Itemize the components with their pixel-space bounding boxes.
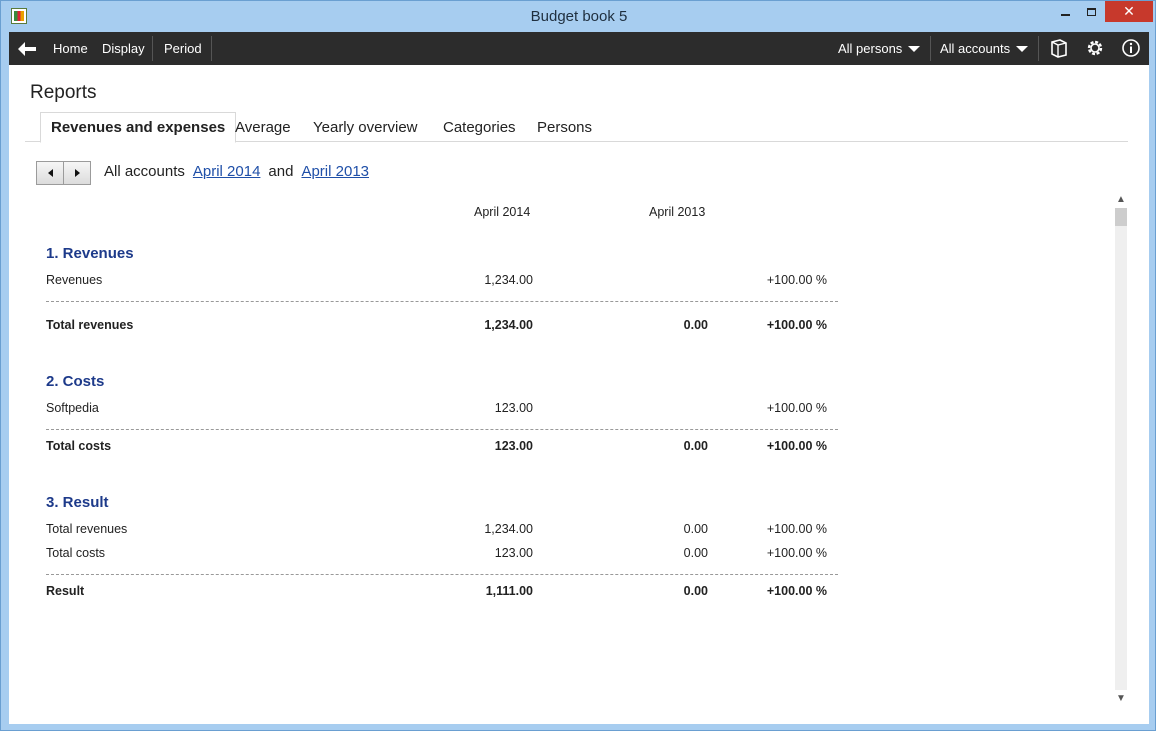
page-title: Reports <box>30 82 97 103</box>
row-value-change: +100.00 % <box>766 522 827 536</box>
accounts-dropdown[interactable]: All accounts <box>940 32 1029 65</box>
chevron-down-icon: ▼ <box>1116 692 1126 704</box>
vertical-scrollbar[interactable]: ▲ ▼ <box>1113 192 1129 705</box>
row-label: Result <box>46 584 85 598</box>
filter-joiner: and <box>268 163 294 180</box>
info-icon <box>1122 39 1140 57</box>
maximize-button[interactable] <box>1077 1 1105 22</box>
row-value-change: +100.00 % <box>766 584 827 598</box>
row-value-change: +100.00 % <box>766 546 827 560</box>
settings-button[interactable] <box>1084 37 1106 59</box>
persons-dropdown-label: All persons <box>838 41 903 56</box>
close-button[interactable]: ✕ <box>1105 1 1153 22</box>
filter-prefix: All accounts <box>104 163 185 180</box>
tab-average[interactable]: Average <box>235 112 291 142</box>
window-title: Budget book 5 <box>530 8 628 25</box>
report-panel: Reports Revenues and expenses Average Ye… <box>9 65 1149 724</box>
row-value-change: +100.00 % <box>766 439 827 453</box>
column-header-period1: April 2014 <box>474 205 531 219</box>
home-menu[interactable]: Home <box>53 32 88 65</box>
toolbar-separator <box>1038 36 1039 61</box>
row-value-period1: 123.00 <box>494 546 533 560</box>
divider <box>46 574 838 575</box>
scroll-up-button[interactable]: ▲ <box>1113 192 1129 206</box>
table-row-total: Total revenues 1,234.00 0.00 +100.00 % <box>46 318 836 336</box>
period1-link[interactable]: April 2014 <box>193 163 261 180</box>
table-row-total: Total costs 123.00 0.00 +100.00 % <box>46 439 836 457</box>
table-row: Revenues 1,234.00 +100.00 % <box>46 273 836 291</box>
row-value-period2: 0.00 <box>683 439 708 453</box>
gear-icon <box>1087 40 1103 56</box>
tab-persons[interactable]: Persons <box>537 112 592 142</box>
table-row: Softpedia 123.00 +100.00 % <box>46 401 836 419</box>
row-value-period1: 1,234.00 <box>484 522 533 536</box>
scroll-down-button[interactable]: ▼ <box>1113 691 1129 705</box>
period2-link[interactable]: April 2013 <box>301 163 369 180</box>
column-header-period2: April 2013 <box>649 205 706 219</box>
row-value-period1: 123.00 <box>494 401 533 415</box>
scrollbar-thumb[interactable] <box>1115 208 1127 226</box>
row-value-period1: 1,234.00 <box>484 318 533 332</box>
row-label: Total revenues <box>46 522 128 536</box>
table-row: Total revenues 1,234.00 0.00 +100.00 % <box>46 522 836 540</box>
previous-period-button[interactable] <box>37 162 63 184</box>
toolbar-separator <box>930 36 931 61</box>
next-period-button[interactable] <box>63 162 90 184</box>
tab-revenues-and-expenses[interactable]: Revenues and expenses <box>40 112 237 143</box>
row-value-period2: 0.00 <box>683 584 708 598</box>
row-label: Softpedia <box>46 401 99 415</box>
book-icon <box>1051 39 1067 58</box>
divider <box>46 429 838 430</box>
persons-dropdown[interactable]: All persons <box>838 32 921 65</box>
row-value-change: +100.00 % <box>766 273 827 287</box>
row-label: Revenues <box>46 273 103 287</box>
info-button[interactable] <box>1120 37 1142 59</box>
row-value-change: +100.00 % <box>766 318 827 332</box>
chevron-down-icon <box>1016 45 1029 52</box>
period-menu[interactable]: Period <box>164 32 202 65</box>
row-value-period2: 0.00 <box>683 522 708 536</box>
row-value-change: +100.00 % <box>766 401 827 415</box>
row-value-period1: 1,234.00 <box>484 273 533 287</box>
section-title-costs: 2. Costs <box>46 373 105 390</box>
minimize-button[interactable] <box>1051 1 1079 22</box>
row-label: Total revenues <box>46 318 134 332</box>
chevron-up-icon: ▲ <box>1116 193 1126 205</box>
toolbar-separator <box>152 36 153 61</box>
period-navigation <box>36 161 91 185</box>
back-arrow-icon <box>18 41 36 56</box>
accounts-dropdown-label: All accounts <box>940 41 1011 56</box>
row-label: Total costs <box>46 546 106 560</box>
app-window: Budget book 5 ✕ Home Display Period All … <box>0 0 1156 731</box>
table-row-total: Result 1,111.00 0.00 +100.00 % <box>46 584 836 602</box>
tab-categories[interactable]: Categories <box>443 112 516 142</box>
row-value-period2: 0.00 <box>683 546 708 560</box>
close-icon: ✕ <box>1123 3 1135 19</box>
toolbar-separator <box>211 36 212 61</box>
row-value-period1: 123.00 <box>494 439 533 453</box>
row-label: Total costs <box>46 439 112 453</box>
arrow-left-icon <box>47 169 53 177</box>
arrow-right-icon <box>74 169 80 177</box>
section-title-revenues: 1. Revenues <box>46 245 134 262</box>
title-bar: Budget book 5 ✕ <box>1 1 1155 32</box>
tab-yearly-overview[interactable]: Yearly overview <box>313 112 418 142</box>
scrollbar-track[interactable] <box>1115 208 1127 690</box>
display-menu[interactable]: Display <box>102 32 145 65</box>
book-button[interactable] <box>1048 37 1070 59</box>
chevron-down-icon <box>908 45 921 52</box>
minimize-icon <box>1060 13 1070 16</box>
maximize-icon <box>1086 7 1096 16</box>
section-title-result: 3. Result <box>46 494 109 511</box>
back-button[interactable] <box>15 32 39 65</box>
report-filter: All accounts April 2014 and April 2013 <box>104 163 369 180</box>
report-tabs: Revenues and expenses Average Yearly ove… <box>25 112 1128 143</box>
row-value-period1: 1,111.00 <box>485 584 533 598</box>
main-toolbar: Home Display Period All persons All acco… <box>9 32 1149 65</box>
divider <box>46 301 838 302</box>
table-row: Total costs 123.00 0.00 +100.00 % <box>46 546 836 564</box>
row-value-period2: 0.00 <box>683 318 708 332</box>
